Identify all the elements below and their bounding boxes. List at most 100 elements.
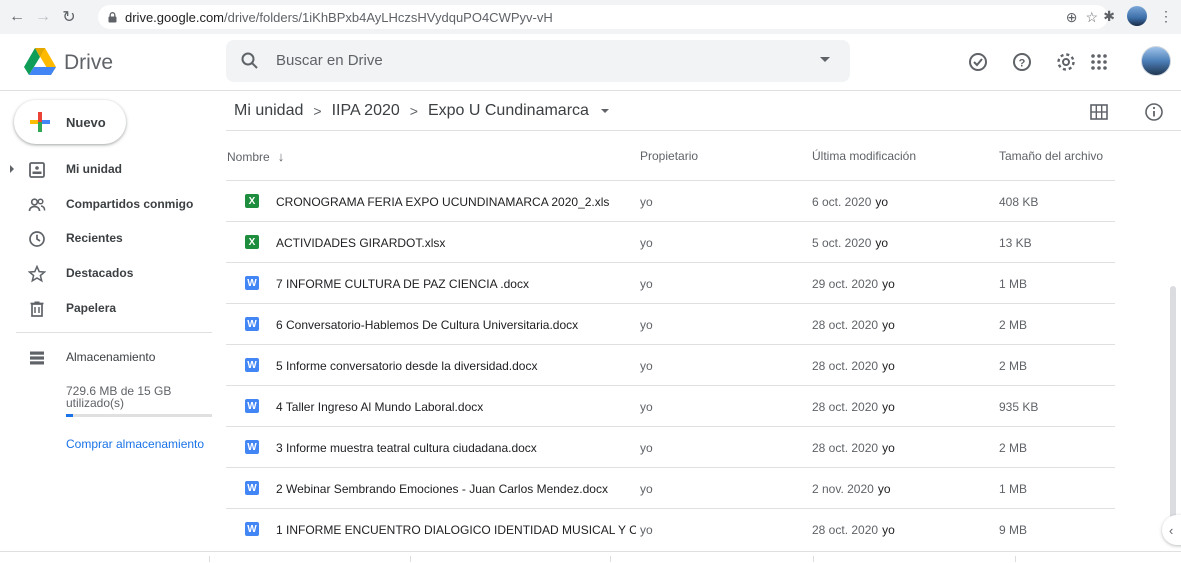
file-name[interactable]: 6 Conversatorio-Hablemos De Cultura Univ… bbox=[276, 318, 636, 332]
browser-profile-avatar[interactable] bbox=[1127, 6, 1147, 26]
offline-check-icon[interactable] bbox=[966, 50, 990, 74]
extensions-icon[interactable]: ✱ bbox=[1103, 8, 1115, 25]
star-icon bbox=[28, 265, 46, 283]
side-panel-toggle-chevron-icon[interactable]: ‹ bbox=[1162, 515, 1181, 545]
file-size: 1 MB bbox=[999, 277, 1028, 291]
search-options-icon[interactable] bbox=[820, 57, 830, 62]
breadcrumb-root[interactable]: Mi unidad bbox=[234, 102, 303, 120]
sidebar-item-starred[interactable]: Destacados bbox=[0, 256, 218, 290]
scrollbar[interactable] bbox=[1170, 286, 1176, 540]
file-name[interactable]: 3 Informe muestra teatral cultura ciudad… bbox=[276, 441, 636, 455]
sidebar-item-my-drive[interactable]: Mi unidad bbox=[0, 152, 218, 186]
file-modified-by: yo bbox=[882, 523, 895, 537]
search-bar[interactable]: Buscar en Drive bbox=[226, 40, 850, 82]
word-file-icon: W bbox=[245, 276, 259, 290]
word-file-icon: W bbox=[245, 481, 259, 495]
file-owner: yo bbox=[640, 359, 653, 373]
plus-icon bbox=[30, 112, 50, 132]
info-icon[interactable] bbox=[1144, 102, 1164, 122]
help-icon[interactable]: ? bbox=[1010, 50, 1034, 74]
file-row[interactable]: W 5 Informe conversatorio desde la diver… bbox=[226, 345, 1115, 386]
address-bar[interactable]: drive.google.com/drive/folders/1iKhBPxb4… bbox=[98, 5, 1108, 29]
file-row[interactable]: X CRONOGRAMA FERIA EXPO UCUNDINAMARCA 20… bbox=[226, 181, 1115, 222]
trash-icon bbox=[30, 301, 44, 317]
sidebar-item-label: Destacados bbox=[66, 266, 134, 280]
buy-storage-link[interactable]: Comprar almacenamiento bbox=[66, 437, 204, 451]
file-name[interactable]: 4 Taller Ingreso Al Mundo Laboral.docx bbox=[276, 400, 636, 414]
install-icon[interactable]: ⊕ bbox=[1066, 9, 1078, 26]
drive-logo-icon[interactable] bbox=[24, 48, 56, 76]
file-row[interactable]: X ACTIVIDADES GIRARDOT.xlsx yo 5 oct. 20… bbox=[226, 222, 1115, 263]
file-modified: 28 oct. 2020 yo bbox=[812, 441, 895, 455]
sidebar-item-storage[interactable]: Almacenamiento bbox=[0, 340, 218, 374]
sidebar-item-recent[interactable]: Recientes bbox=[0, 221, 218, 255]
column-size[interactable]: Tamaño del archivo bbox=[999, 149, 1103, 163]
file-date: 29 oct. 2020 bbox=[812, 277, 879, 291]
file-name[interactable]: ACTIVIDADES GIRARDOT.xlsx bbox=[276, 236, 636, 250]
column-modified[interactable]: Última modificación bbox=[812, 149, 916, 163]
file-name[interactable]: 1 INFORME ENCUENTRO DIALOGICO IDENTIDAD … bbox=[276, 523, 636, 537]
file-owner: yo bbox=[640, 482, 653, 496]
bottom-divider bbox=[0, 551, 1181, 552]
word-file-icon: W bbox=[245, 317, 259, 331]
clock-icon bbox=[29, 231, 45, 247]
column-divider bbox=[813, 556, 814, 562]
sidebar-item-label: Papelera bbox=[66, 301, 117, 315]
expand-arrow-icon[interactable] bbox=[10, 165, 14, 173]
sidebar-item-label: Recientes bbox=[66, 231, 123, 245]
file-row[interactable]: W 7 INFORME CULTURA DE PAZ CIENCIA .docx… bbox=[226, 263, 1115, 304]
file-row[interactable]: W 3 Informe muestra teatral cultura ciud… bbox=[226, 427, 1115, 468]
grid-view-icon[interactable] bbox=[1090, 104, 1108, 120]
file-size: 408 KB bbox=[999, 195, 1039, 209]
file-date: 28 oct. 2020 bbox=[812, 441, 879, 455]
file-name[interactable]: 5 Informe conversatorio desde la diversi… bbox=[276, 359, 636, 373]
file-modified-by: yo bbox=[882, 359, 895, 373]
column-owner[interactable]: Propietario bbox=[640, 149, 698, 163]
google-apps-icon[interactable] bbox=[1089, 52, 1109, 72]
column-name-label: Nombre bbox=[227, 150, 270, 164]
file-row[interactable]: W 6 Conversatorio-Hablemos De Cultura Un… bbox=[226, 304, 1115, 345]
folder-menu-caret-icon[interactable] bbox=[600, 109, 609, 113]
file-date: 28 oct. 2020 bbox=[812, 318, 879, 332]
storage-label: Almacenamiento bbox=[66, 350, 156, 364]
header-divider bbox=[0, 90, 1181, 91]
column-name[interactable]: Nombre ↓ bbox=[227, 149, 284, 164]
drive-header: Drive Buscar en Drive ? bbox=[0, 34, 1181, 90]
back-icon[interactable]: ← bbox=[6, 6, 28, 28]
search-icon[interactable] bbox=[240, 51, 260, 71]
file-row[interactable]: W 2 Webinar Sembrando Emociones - Juan C… bbox=[226, 468, 1115, 509]
settings-gear-icon[interactable] bbox=[1054, 50, 1078, 74]
sidebar-item-shared[interactable]: Compartidos conmigo bbox=[0, 187, 218, 221]
browser-menu-icon[interactable]: ⋮ bbox=[1159, 8, 1173, 25]
new-button[interactable]: Nuevo bbox=[14, 100, 126, 144]
file-row[interactable]: W 1 INFORME ENCUENTRO DIALOGICO IDENTIDA… bbox=[226, 509, 1115, 550]
file-date: 5 oct. 2020 bbox=[812, 236, 872, 250]
url-host: drive.google.com bbox=[125, 9, 224, 25]
search-input[interactable]: Buscar en Drive bbox=[276, 52, 383, 69]
forward-icon[interactable]: → bbox=[32, 6, 54, 28]
file-owner: yo bbox=[640, 236, 653, 250]
reload-icon[interactable]: ↻ bbox=[58, 6, 80, 28]
account-avatar[interactable] bbox=[1141, 46, 1171, 76]
browser-toolbar: ← → ↻ drive.google.com/drive/folders/1iK… bbox=[0, 0, 1181, 34]
sidebar-item-trash[interactable]: Papelera bbox=[0, 291, 218, 325]
breadcrumb-parent[interactable]: IIPA 2020 bbox=[332, 102, 400, 120]
file-owner: yo bbox=[640, 400, 653, 414]
file-modified: 29 oct. 2020 yo bbox=[812, 277, 895, 291]
lock-icon bbox=[108, 11, 117, 22]
file-name[interactable]: CRONOGRAMA FERIA EXPO UCUNDINAMARCA 2020… bbox=[276, 195, 636, 209]
file-modified: 28 oct. 2020 yo bbox=[812, 523, 895, 537]
file-row[interactable]: W 4 Taller Ingreso Al Mundo Laboral.docx… bbox=[226, 386, 1115, 427]
word-file-icon: W bbox=[245, 399, 259, 413]
file-size: 2 MB bbox=[999, 441, 1028, 455]
file-name[interactable]: 2 Webinar Sembrando Emociones - Juan Car… bbox=[276, 482, 636, 496]
file-size: 9 MB bbox=[999, 523, 1028, 537]
file-name[interactable]: 7 INFORME CULTURA DE PAZ CIENCIA .docx bbox=[276, 277, 636, 291]
file-modified-by: yo bbox=[875, 236, 889, 250]
bookmark-star-icon[interactable]: ☆ bbox=[1085, 9, 1098, 26]
sort-down-arrow-icon[interactable]: ↓ bbox=[278, 149, 285, 164]
app-name[interactable]: Drive bbox=[64, 51, 113, 75]
file-owner: yo bbox=[640, 523, 653, 537]
svg-text:?: ? bbox=[1019, 58, 1026, 70]
breadcrumb-current[interactable]: Expo U Cundinamarca bbox=[428, 102, 589, 120]
